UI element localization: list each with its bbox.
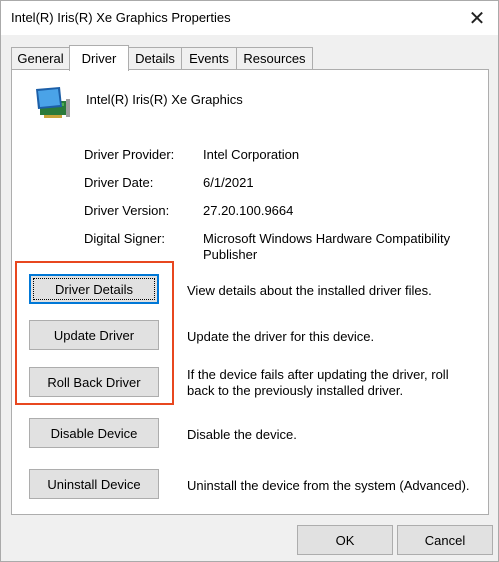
- title-bar: Intel(R) Iris(R) Xe Graphics Properties …: [1, 1, 498, 35]
- uninstall-device-button[interactable]: Uninstall Device: [29, 469, 159, 499]
- driver-version-value: 27.20.100.9664: [203, 203, 294, 218]
- driver-provider-label: Driver Provider:: [84, 147, 175, 162]
- driver-date-label: Driver Date:: [84, 175, 154, 190]
- digital-signer-label: Digital Signer:: [84, 231, 165, 246]
- driver-details-button[interactable]: Driver Details: [29, 274, 159, 304]
- ok-label: OK: [335, 532, 355, 548]
- update-driver-description: Update the driver for this device.: [187, 329, 375, 344]
- disable-device-description: Disable the device.: [187, 427, 297, 442]
- tab-general[interactable]: General: [11, 47, 70, 69]
- uninstall-device-description: Uninstall the device from the system (Ad…: [187, 478, 470, 493]
- driver-date-value: 6/1/2021: [203, 175, 254, 190]
- focus-ring: [33, 278, 155, 300]
- roll-back-driver-description: If the device fails after updating the d…: [187, 367, 449, 398]
- update-driver-button[interactable]: Update Driver: [29, 320, 159, 350]
- disable-device-label: Disable Device: [50, 425, 138, 441]
- roll-back-driver-button[interactable]: Roll Back Driver: [29, 367, 159, 397]
- driver-version-label: Driver Version:: [84, 203, 170, 218]
- tab-resources[interactable]: Resources: [236, 47, 313, 69]
- update-driver-label: Update Driver: [53, 327, 135, 343]
- device-name: Intel(R) Iris(R) Xe Graphics: [86, 92, 243, 107]
- close-icon[interactable]: ✕: [463, 5, 491, 31]
- driver-provider-value: Intel Corporation: [203, 147, 300, 162]
- driver-tab-panel: Intel(R) Iris(R) Xe Graphics Driver Prov…: [11, 69, 489, 515]
- properties-dialog: Intel(R) Iris(R) Xe Graphics Properties …: [0, 0, 499, 562]
- cancel-button[interactable]: Cancel: [397, 525, 493, 555]
- tab-details[interactable]: Details: [128, 47, 182, 69]
- roll-back-driver-label: Roll Back Driver: [47, 374, 141, 390]
- digital-signer-value: Microsoft Windows Hardware Compatibility…: [203, 231, 451, 262]
- disable-device-button[interactable]: Disable Device: [29, 418, 159, 448]
- ok-button[interactable]: OK: [297, 525, 393, 555]
- uninstall-device-label: Uninstall Device: [47, 476, 141, 492]
- tab-driver[interactable]: Driver: [69, 45, 129, 71]
- display-adapter-icon: [36, 87, 70, 118]
- tab-events[interactable]: Events: [181, 47, 237, 69]
- cancel-label: Cancel: [424, 532, 466, 548]
- driver-details-description: View details about the installed driver …: [187, 283, 432, 298]
- window-title: Intel(R) Iris(R) Xe Graphics Properties: [11, 10, 231, 25]
